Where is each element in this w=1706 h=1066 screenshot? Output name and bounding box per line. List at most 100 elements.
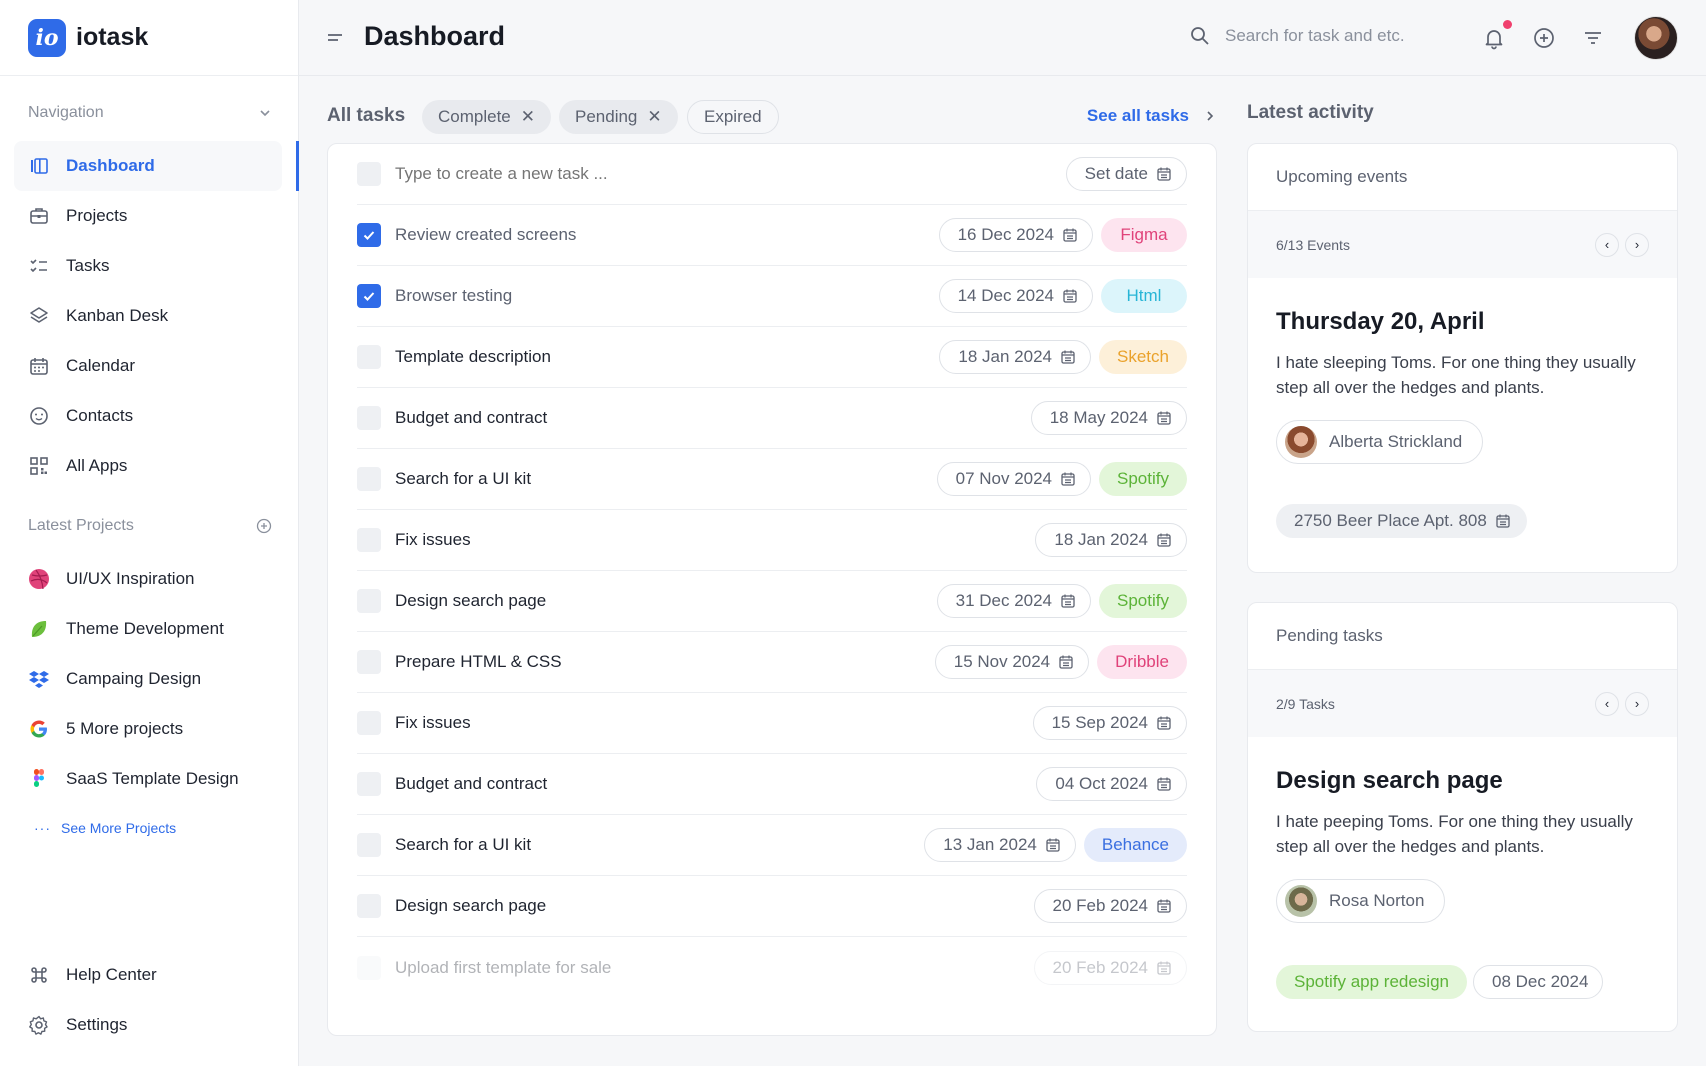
see-more-projects-link[interactable]: ··· See More Projects <box>34 820 176 836</box>
task-tag[interactable]: Dribble <box>1097 645 1187 679</box>
task-tag[interactable]: Spotify <box>1099 462 1187 496</box>
sidebar-item-label: Kanban Desk <box>66 306 169 325</box>
task-date-pill[interactable]: 04 Oct 2024 <box>1036 767 1187 801</box>
filter-chip-pending[interactable]: Pending ✕ <box>559 100 678 134</box>
sidebar-item-tasks[interactable]: Tasks <box>14 241 299 291</box>
task-checkbox[interactable] <box>357 406 381 430</box>
task-row[interactable]: Design search page 31 Dec 2024 Spotify <box>357 571 1187 632</box>
task-row[interactable]: Search for a UI kit 07 Nov 2024 Spotify <box>357 449 1187 510</box>
task-checkbox[interactable] <box>357 955 381 980</box>
latest-projects-header: Latest Projects <box>28 517 272 535</box>
brand[interactable]: io iotask <box>0 0 298 76</box>
task-date-pill[interactable]: 20 Feb 2024 <box>1033 889 1187 923</box>
search-input[interactable] <box>1225 26 1445 46</box>
filter-icon[interactable] <box>1581 26 1605 50</box>
task-checkbox[interactable] <box>357 833 381 857</box>
project-item-theme-development[interactable]: Theme Development <box>14 604 284 654</box>
project-item-more-projects[interactable]: 5 More projects <box>14 704 284 754</box>
task-tag[interactable]: Spotify <box>1099 584 1187 618</box>
project-item-campaing-design[interactable]: Campaing Design <box>14 654 284 704</box>
task-row[interactable]: Budget and contract 04 Oct 2024 <box>357 754 1187 815</box>
task-checkbox[interactable] <box>357 162 381 186</box>
task-date-pill[interactable]: 16 Dec 2024 <box>938 218 1093 252</box>
task-checkbox[interactable] <box>357 772 381 796</box>
task-row[interactable]: Upload first template for sale 20 Feb 202… <box>357 937 1187 998</box>
notification-bell-icon[interactable] <box>1482 26 1506 50</box>
task-date-pill[interactable]: 18 Jan 2024 <box>1035 523 1187 557</box>
task-tag[interactable]: Figma <box>1101 218 1187 252</box>
add-project-icon[interactable] <box>256 518 272 534</box>
task-date-pill[interactable]: 18 May 2024 <box>1030 401 1187 435</box>
sidebar-item-label: Contacts <box>66 406 134 425</box>
task-tag[interactable]: Behance <box>1083 828 1187 862</box>
sidebar-item-help-center[interactable]: Help Center <box>14 950 284 1000</box>
task-date: 20 Feb 2024 <box>1052 957 1148 977</box>
next-arrow-icon[interactable]: › <box>1625 232 1649 257</box>
navigation-section-header[interactable]: Navigation <box>28 104 272 122</box>
prev-arrow-icon[interactable]: ‹ <box>1595 232 1619 257</box>
prev-arrow-icon[interactable]: ‹ <box>1595 691 1619 716</box>
task-date: 15 Sep 2024 <box>1051 713 1148 732</box>
event-assignee[interactable]: Alberta Strickland <box>1276 420 1484 464</box>
project-item-saas-template-design[interactable]: SaaS Template Design <box>14 754 284 804</box>
task-row[interactable]: Browser testing 14 Dec 2024 Html <box>357 266 1187 327</box>
task-row[interactable]: Prepare HTML & CSS 15 Nov 2024 Dribble <box>357 632 1187 693</box>
task-date-pill[interactable]: 20 Feb 2024 <box>1033 950 1187 985</box>
task-row[interactable]: Budget and contract 18 May 2024 <box>357 388 1187 449</box>
set-date-label: Set date <box>1084 164 1148 183</box>
grid-icon <box>30 457 48 475</box>
user-avatar[interactable] <box>1634 16 1678 60</box>
task-checkbox[interactable] <box>357 711 381 735</box>
sidebar-item-settings[interactable]: Settings <box>14 1000 284 1050</box>
check-icon <box>363 292 375 301</box>
menu-toggle-icon[interactable] <box>326 29 344 47</box>
task-name: Fix issues <box>395 713 471 732</box>
project-item-ui-ux-inspiration[interactable]: UI/UX Inspiration <box>14 554 284 604</box>
task-tag[interactable]: Html <box>1101 279 1187 313</box>
filter-chip-complete[interactable]: Complete ✕ <box>422 100 552 134</box>
close-icon[interactable]: ✕ <box>647 107 661 127</box>
see-all-tasks-link[interactable]: See all tasks <box>1087 106 1217 126</box>
task-checkbox[interactable] <box>357 650 381 674</box>
task-date-pill[interactable]: 31 Dec 2024 <box>936 584 1092 618</box>
task-row[interactable]: Review created screens 16 Dec 2024 Figma <box>357 205 1187 266</box>
sidebar-item-all-apps[interactable]: All Apps <box>14 441 299 491</box>
task-checkbox[interactable] <box>357 467 381 491</box>
set-date-button[interactable]: Set date <box>1065 157 1187 191</box>
pending-task-description: I hate peeping Toms. For one thing they … <box>1276 812 1633 856</box>
sidebar-item-projects[interactable]: Projects <box>14 191 299 241</box>
new-task-input[interactable] <box>395 164 1066 184</box>
task-checkbox[interactable] <box>357 528 381 552</box>
task-checkbox[interactable] <box>357 589 381 613</box>
project-label: Theme Development <box>66 619 224 638</box>
task-date-pill[interactable]: 07 Nov 2024 <box>936 462 1092 496</box>
task-date-pill[interactable]: 14 Dec 2024 <box>938 279 1093 313</box>
next-arrow-icon[interactable]: › <box>1625 691 1649 716</box>
task-checkbox[interactable] <box>357 284 381 308</box>
task-tag[interactable]: Sketch <box>1099 340 1187 374</box>
sidebar-item-calendar[interactable]: Calendar <box>14 341 299 391</box>
task-date-pill[interactable]: 13 Jan 2024 <box>924 828 1076 862</box>
calendar-icon <box>1061 350 1075 364</box>
sidebar-item-dashboard[interactable]: Dashboard <box>14 141 299 191</box>
task-date-pill[interactable]: 18 Jan 2024 <box>939 340 1092 374</box>
close-icon[interactable]: ✕ <box>521 107 535 127</box>
project-tag[interactable]: Spotify app redesign <box>1276 965 1467 999</box>
task-row[interactable]: Fix issues 18 Jan 2024 <box>357 510 1187 571</box>
task-row[interactable]: Template description 18 Jan 2024 Sketch <box>357 327 1187 388</box>
task-row[interactable]: Fix issues 15 Sep 2024 <box>357 693 1187 754</box>
sidebar-item-contacts[interactable]: Contacts <box>14 391 299 441</box>
add-circle-icon[interactable] <box>1532 26 1556 50</box>
sidebar-item-kanban-desk[interactable]: Kanban Desk <box>14 291 299 341</box>
task-checkbox[interactable] <box>357 894 381 918</box>
task-date-pill[interactable]: 15 Sep 2024 <box>1032 706 1187 740</box>
task-checkbox[interactable] <box>357 223 381 247</box>
filter-chip-expired[interactable]: Expired <box>687 100 779 134</box>
pending-task-assignee[interactable]: Rosa Norton <box>1276 879 1446 923</box>
task-date-pill[interactable]: 15 Nov 2024 <box>934 645 1090 679</box>
dropbox-icon <box>29 671 49 688</box>
task-row[interactable]: Search for a UI kit 13 Jan 2024 Behance <box>357 815 1187 876</box>
task-row[interactable]: Design search page 20 Feb 2024 <box>357 876 1187 937</box>
task-checkbox[interactable] <box>357 345 381 369</box>
task-name: Search for a UI kit <box>395 835 532 854</box>
